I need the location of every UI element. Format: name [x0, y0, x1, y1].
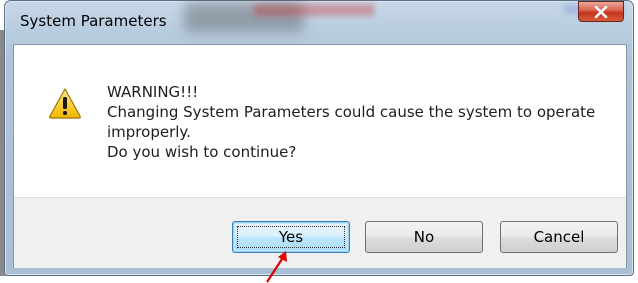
button-bar: Yes No Cancel: [14, 197, 626, 268]
screenshot-stage: System Parameters WARNING!!! Changing Sy…: [0, 0, 638, 283]
dialog-body: WARNING!!! Changing System Parameters co…: [13, 44, 627, 268]
message-line: Do you wish to continue?: [107, 143, 297, 161]
dialog-title: System Parameters: [20, 12, 167, 30]
annotation-arrow-icon: [266, 251, 287, 283]
warning-icon: [49, 88, 81, 119]
cancel-button[interactable]: Cancel: [500, 221, 618, 253]
no-button-label: No: [413, 228, 435, 246]
message-line: improperly.: [107, 123, 191, 141]
message-area: WARNING!!! Changing System Parameters co…: [14, 45, 626, 197]
message-line: WARNING!!!: [107, 83, 199, 101]
focus-rectangle: [237, 226, 345, 248]
no-button[interactable]: No: [365, 221, 483, 253]
title-bar[interactable]: System Parameters: [4, 0, 634, 44]
message-line: Changing System Parameters could cause t…: [107, 103, 596, 121]
page-bottom: [0, 276, 638, 283]
cancel-button-label: Cancel: [533, 228, 585, 246]
close-button[interactable]: [578, 1, 624, 22]
warning-message: WARNING!!! Changing System Parameters co…: [107, 82, 617, 162]
close-icon: [594, 5, 608, 18]
